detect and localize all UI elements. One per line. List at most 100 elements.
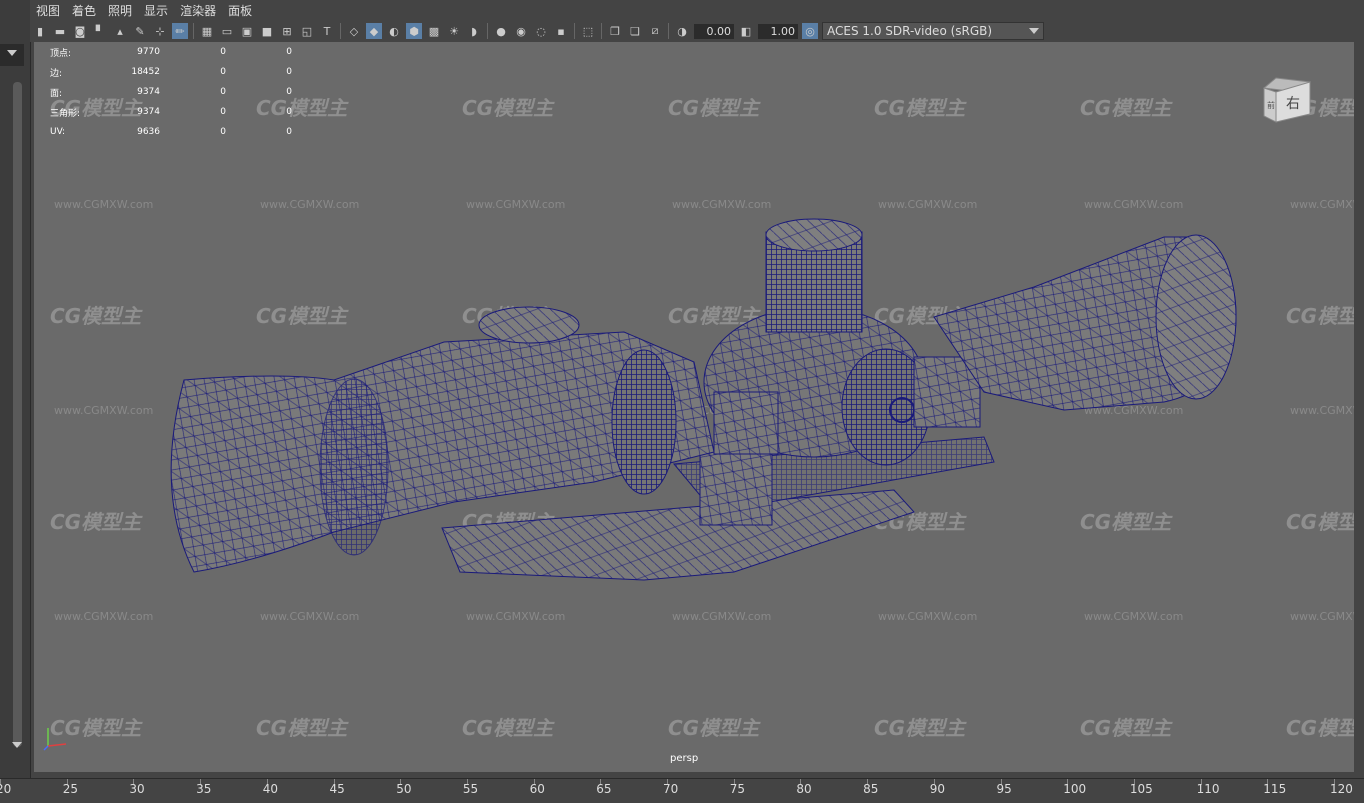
timeline-tick-label: 75 [729, 782, 745, 796]
chevron-down-icon [1029, 28, 1039, 34]
xray-joints-icon[interactable]: ❏ [627, 23, 643, 39]
timeline-tick-label: 50 [396, 782, 412, 796]
timeline-tick-label: 65 [596, 782, 612, 796]
depth-of-field-icon[interactable]: ▪ [553, 23, 569, 39]
xray-icon[interactable]: ❐ [607, 23, 623, 39]
3d-viewport[interactable]: CG模型主CG模型主CG模型主CG模型主CG模型主CG模型主CG模型主CG模型主… [34, 42, 1354, 772]
timeline-tick-label: 40 [262, 782, 279, 796]
wireframe-on-shaded-icon[interactable]: ⬢ [406, 23, 422, 39]
viewcube-right-label: 右 [1286, 96, 1300, 112]
timeline-tick-label: 60 [529, 782, 545, 796]
hud-value: 9374 [137, 87, 160, 97]
gamma-icon[interactable]: ◧ [738, 23, 754, 39]
hud-row-triangles: 三角形: 9374 0 0 [50, 102, 292, 122]
grease-pencil-active-icon[interactable]: ✏ [172, 23, 188, 39]
toolbar-divider [668, 23, 669, 39]
menu-panels[interactable]: 面板 [222, 2, 258, 19]
toolbar-divider [340, 23, 341, 39]
hud-value: 0 [220, 107, 226, 117]
hud-row-edges: 边: 18452 0 0 [50, 62, 292, 82]
color-space-label: ACES 1.0 SDR-video (sRGB) [827, 24, 993, 38]
menu-show[interactable]: 显示 [138, 2, 174, 19]
image-plane-icon[interactable]: ▴ [112, 23, 128, 39]
hud-row-faces: 面: 9374 0 0 [50, 82, 292, 102]
isolate-select-icon[interactable]: ⬚ [580, 23, 596, 39]
timeline-tick-label: 90 [929, 782, 946, 796]
hud-value: 0 [286, 107, 292, 117]
timeline-tick-label: 100 [1063, 782, 1087, 796]
scroll-down-icon[interactable] [12, 742, 22, 748]
poly-count-hud: 顶点: 9770 0 0 边: 18452 0 0 面: 9374 0 0 三角形: 9374 0 0 … [50, 42, 292, 142]
hud-label: 面: [50, 88, 63, 99]
hud-value: 0 [286, 127, 292, 137]
hud-row-uvs: UV: 9636 0 0 [50, 122, 292, 142]
hud-value: 0 [220, 127, 226, 137]
safe-action-icon[interactable]: ◱ [299, 23, 315, 39]
timeline-tick-label: 55 [462, 782, 479, 796]
timeline-tick-label: 45 [329, 782, 345, 796]
hud-value: 9770 [137, 47, 160, 57]
menu-lighting[interactable]: 照明 [102, 2, 138, 19]
color-management-icon[interactable]: ◎ [802, 23, 818, 39]
textured-icon[interactable]: ▩ [426, 23, 442, 39]
menu-shading[interactable]: 着色 [66, 2, 102, 19]
film-gate-icon[interactable]: ▭ [219, 23, 235, 39]
timeline-tick-label: 115 [1263, 782, 1287, 796]
grease-pencil-icon[interactable]: ✎ [132, 23, 148, 39]
hud-label: UV: [50, 127, 66, 137]
chevron-down-icon[interactable] [7, 50, 17, 56]
timeline-tick-label: 20 [0, 782, 12, 796]
shadows-icon[interactable]: ◗ [466, 23, 482, 39]
exposure-field[interactable]: 0.00 [694, 23, 734, 39]
timeline-tick-label: 105 [1129, 782, 1153, 796]
gate-mask-icon[interactable]: ■ [259, 23, 275, 39]
viewcube[interactable]: 前 右 [1262, 76, 1312, 124]
hud-value: 0 [220, 87, 226, 97]
anti-aliasing-icon[interactable]: ◌ [533, 23, 549, 39]
timeline-tick-label: 85 [863, 782, 879, 796]
timeline-tick-label: 120 [1330, 782, 1353, 796]
wireframe-icon[interactable]: ◇ [346, 23, 362, 39]
camera-attr-icon[interactable]: ◙ [72, 23, 88, 39]
camera-icon[interactable]: ▬ [52, 23, 68, 39]
timeline-tick-label: 80 [796, 782, 812, 796]
grid-icon[interactable]: ▦ [199, 23, 215, 39]
hud-value: 0 [220, 47, 226, 57]
field-chart-icon[interactable]: ⊞ [279, 23, 295, 39]
timeline-tick-label: 95 [996, 782, 1012, 796]
hud-value: 0 [220, 67, 226, 77]
exposure-icon[interactable]: ◑ [674, 23, 690, 39]
safe-title-icon[interactable]: T [319, 23, 335, 39]
resolution-gate-icon[interactable]: ▣ [239, 23, 255, 39]
toolbar-divider [487, 23, 488, 39]
hud-value: 0 [286, 47, 292, 57]
backface-icon[interactable]: ⧄ [647, 23, 663, 39]
hud-label: 边: [50, 68, 63, 79]
menu-renderer[interactable]: 渲染器 [174, 2, 222, 19]
menu-view[interactable]: 视图 [30, 2, 66, 19]
scope-model [170, 218, 1237, 581]
bookmark-icon[interactable]: ▘ [92, 23, 108, 39]
time-slider[interactable]: 20 25 30 35 40 45 50 55 60 65 70 75 80 85 90 95 100 105 11… [0, 778, 1364, 803]
lights-icon[interactable]: ☀ [446, 23, 462, 39]
hud-value: 18452 [131, 67, 160, 77]
panel-toolbar: ▮ ▬ ◙ ▘ ▴ ✎ ⊹ ✏ ▦ ▭ ▣ ■ ⊞ ◱ T ◇ ◆ ◐ ⬢ ▩ … [30, 20, 1364, 42]
axis-gizmo [43, 728, 67, 751]
toolbar-divider [574, 23, 575, 39]
left-panel-strip [0, 0, 31, 778]
hud-label: 三角形: [50, 108, 81, 119]
hud-label: 顶点: [50, 48, 72, 59]
select-camera-icon[interactable]: ▮ [32, 23, 48, 39]
smooth-shade-icon[interactable]: ◆ [366, 23, 382, 39]
scope-objective-tube [933, 234, 1237, 411]
2d-pan-icon[interactable]: ⊹ [152, 23, 168, 39]
color-space-select[interactable]: ACES 1.0 SDR-video (sRGB) [822, 22, 1044, 40]
default-material-icon[interactable]: ◐ [386, 23, 402, 39]
gamma-field[interactable]: 1.00 [758, 23, 798, 39]
screen-space-ao-icon[interactable]: ● [493, 23, 509, 39]
hud-row-vertices: 顶点: 9770 0 0 [50, 42, 292, 62]
motion-blur-icon[interactable]: ◉ [513, 23, 529, 39]
hud-value: 0 [286, 67, 292, 77]
hud-value: 0 [286, 87, 292, 97]
vertical-scrollbar[interactable] [13, 82, 22, 747]
